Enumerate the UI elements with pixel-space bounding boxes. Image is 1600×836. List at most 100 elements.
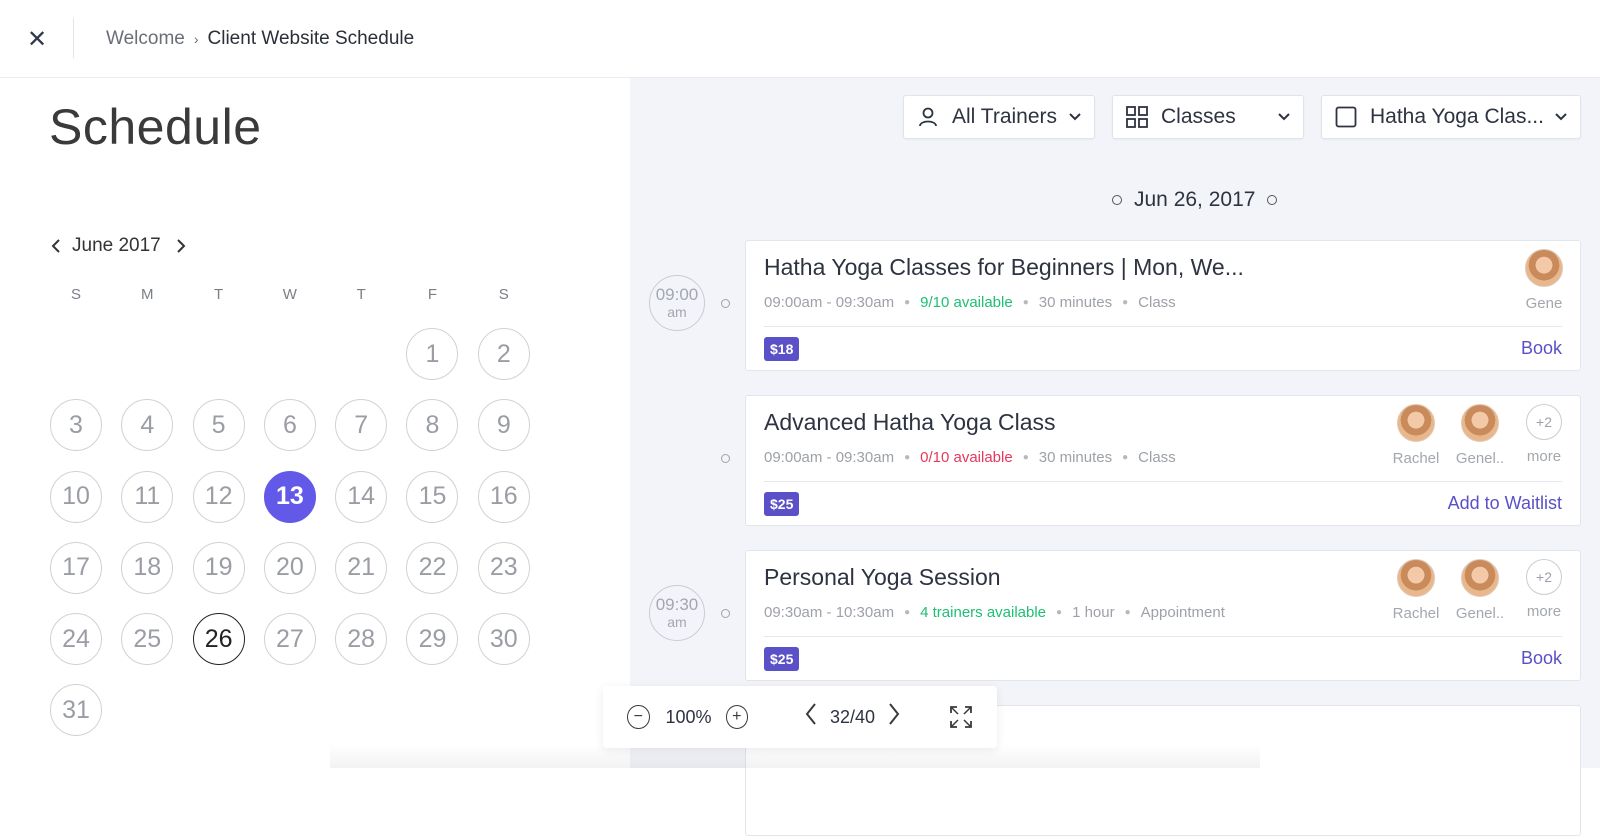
calendar-day[interactable]: 26 [192, 613, 245, 666]
calendar-day[interactable]: 11 [121, 470, 174, 523]
calendar-day[interactable]: 19 [192, 541, 245, 594]
more-trainers[interactable]: +2 more [1516, 404, 1572, 465]
calendar-day-blank [50, 328, 102, 380]
calendar-day[interactable]: 15 [406, 470, 459, 523]
calendar-day[interactable]: 10 [50, 470, 102, 523]
page-title: Schedule [49, 99, 262, 155]
class-time-range: 09:00am - 09:30am [764, 294, 895, 311]
class-kind: Class [1138, 294, 1176, 311]
class-meta: 09:00am - 09:30am ● 0/10 available ● 30 … [764, 449, 1176, 466]
meta-separator-icon: ● [1122, 297, 1129, 308]
calendar-day[interactable]: 17 [50, 541, 102, 594]
calendar-day[interactable]: 2 [477, 328, 530, 380]
book-button[interactable]: Book [1521, 338, 1562, 359]
more-trainers[interactable]: +2 more [1516, 559, 1572, 620]
weekday-label: W [282, 286, 297, 303]
divider [764, 636, 1562, 637]
date-header: Jun 26, 2017 [1100, 188, 1289, 212]
date-header-label: Jun 26, 2017 [1134, 188, 1256, 211]
calendar-day[interactable]: 9 [477, 399, 530, 452]
type-filter-dropdown[interactable]: Classes [1112, 95, 1304, 139]
calendar-day[interactable]: 16 [477, 470, 530, 523]
calendar-day[interactable]: 6 [263, 399, 316, 452]
calendar-day[interactable]: 30 [477, 613, 530, 666]
more-trainers-count[interactable]: +2 [1526, 404, 1562, 440]
calendar-day[interactable]: 29 [406, 613, 459, 666]
divider [764, 326, 1562, 327]
calendar-day[interactable]: 3 [50, 399, 102, 452]
trainer[interactable]: Rachel [1388, 404, 1444, 467]
next-page-icon[interactable] [887, 702, 901, 732]
calendar-day[interactable]: 27 [263, 613, 316, 666]
calendar-day[interactable]: 25 [121, 613, 174, 666]
time-badge-ampm: am [667, 614, 687, 630]
more-trainers-count[interactable]: +2 [1526, 559, 1562, 595]
calendar-day[interactable]: 28 [335, 613, 388, 666]
meta-separator-icon: ● [904, 452, 911, 463]
calendar-day-blank [264, 328, 316, 380]
avatar [1461, 559, 1499, 597]
prev-page-icon[interactable] [804, 702, 818, 732]
schedule-panel: All Trainers Classes Hatha Yoga Clas... … [630, 78, 1600, 836]
calendar-day[interactable]: 21 [335, 541, 388, 594]
time-badge-time: 09:30 [655, 595, 699, 614]
meta-separator-icon: ● [1056, 607, 1063, 618]
chevron-down-icon [1068, 109, 1082, 125]
price-badge: $25 [764, 492, 800, 516]
class-meta: 09:30am - 10:30am ● 4 trainers available… [764, 604, 1225, 621]
calendar-day[interactable]: 13 [263, 470, 316, 523]
meta-separator-icon: ● [1022, 297, 1029, 308]
class-card[interactable]: Advanced Hatha Yoga Class 09:00am - 09:3… [745, 395, 1581, 526]
calendar-day[interactable]: 14 [335, 470, 388, 523]
more-trainers-label: more [1526, 603, 1562, 620]
class-filter-dropdown[interactable]: Hatha Yoga Clas... [1321, 95, 1581, 139]
trainer[interactable]: Gene [1516, 249, 1572, 312]
trainer[interactable]: Genel.. [1452, 404, 1508, 467]
trainer-name: Rachel [1392, 450, 1440, 467]
calendar-day[interactable]: 18 [121, 541, 174, 594]
weekday-label: T [214, 286, 224, 303]
calendar-day[interactable]: 31 [50, 684, 102, 737]
calendar-day[interactable]: 22 [406, 541, 459, 594]
class-card[interactable]: Personal Yoga Session 09:30am - 10:30am … [745, 550, 1581, 681]
timeline-ring-icon [1267, 195, 1278, 205]
zoom-out-icon[interactable]: − [627, 705, 650, 729]
calendar-days-grid: 1 2 3 4 5 6 7 8 9 10 11 12 13 14 15 16 17 18 19 20 21 22 23 24 2… [50, 328, 549, 756]
zoom-in-icon[interactable]: + [725, 705, 749, 729]
trainer[interactable]: Rachel [1388, 559, 1444, 622]
calendar-day[interactable]: 8 [406, 399, 459, 452]
calendar-day[interactable]: 4 [121, 399, 174, 452]
chevron-down-icon [1277, 109, 1291, 125]
add-to-waitlist-button[interactable]: Add to Waitlist [1448, 493, 1562, 514]
time-badge: 09:30 am [649, 585, 705, 641]
chevron-down-icon [1554, 109, 1568, 125]
weekday-label: S [70, 286, 81, 303]
weekday-label: F [427, 286, 438, 303]
calendar-day[interactable]: 1 [406, 328, 459, 380]
class-card[interactable]: Hatha Yoga Classes for Beginners | Mon, … [745, 240, 1581, 371]
calendar-day[interactable]: 5 [192, 399, 245, 452]
calendar-day[interactable]: 20 [263, 541, 316, 594]
trainers-filter-dropdown[interactable]: All Trainers [903, 95, 1095, 139]
divider [764, 481, 1562, 482]
checkbox-icon[interactable] [1334, 105, 1358, 129]
class-kind: Appointment [1140, 604, 1225, 621]
trainer[interactable]: Genel.. [1452, 559, 1508, 622]
time-badge-ampm: am [667, 304, 687, 320]
calendar-day[interactable]: 12 [192, 470, 245, 523]
close-icon[interactable]: ✕ [22, 22, 52, 56]
book-button[interactable]: Book [1521, 648, 1562, 669]
fullscreen-icon[interactable] [949, 705, 973, 729]
class-duration: 30 minutes [1038, 449, 1113, 466]
calendar-day[interactable]: 23 [477, 541, 530, 594]
prev-month-icon[interactable] [46, 234, 66, 258]
more-trainers-label: more [1526, 448, 1562, 465]
time-badge: 09:00 am [649, 275, 705, 331]
calendar-day[interactable]: 7 [335, 399, 388, 452]
breadcrumb-welcome-link[interactable]: Welcome [106, 28, 185, 50]
month-nav: June 2017 [46, 234, 191, 258]
calendar-day[interactable]: 24 [50, 613, 102, 666]
class-availability: 4 trainers available [920, 604, 1047, 621]
next-month-icon[interactable] [171, 234, 191, 258]
class-meta: 09:00am - 09:30am ● 9/10 available ● 30 … [764, 294, 1176, 311]
